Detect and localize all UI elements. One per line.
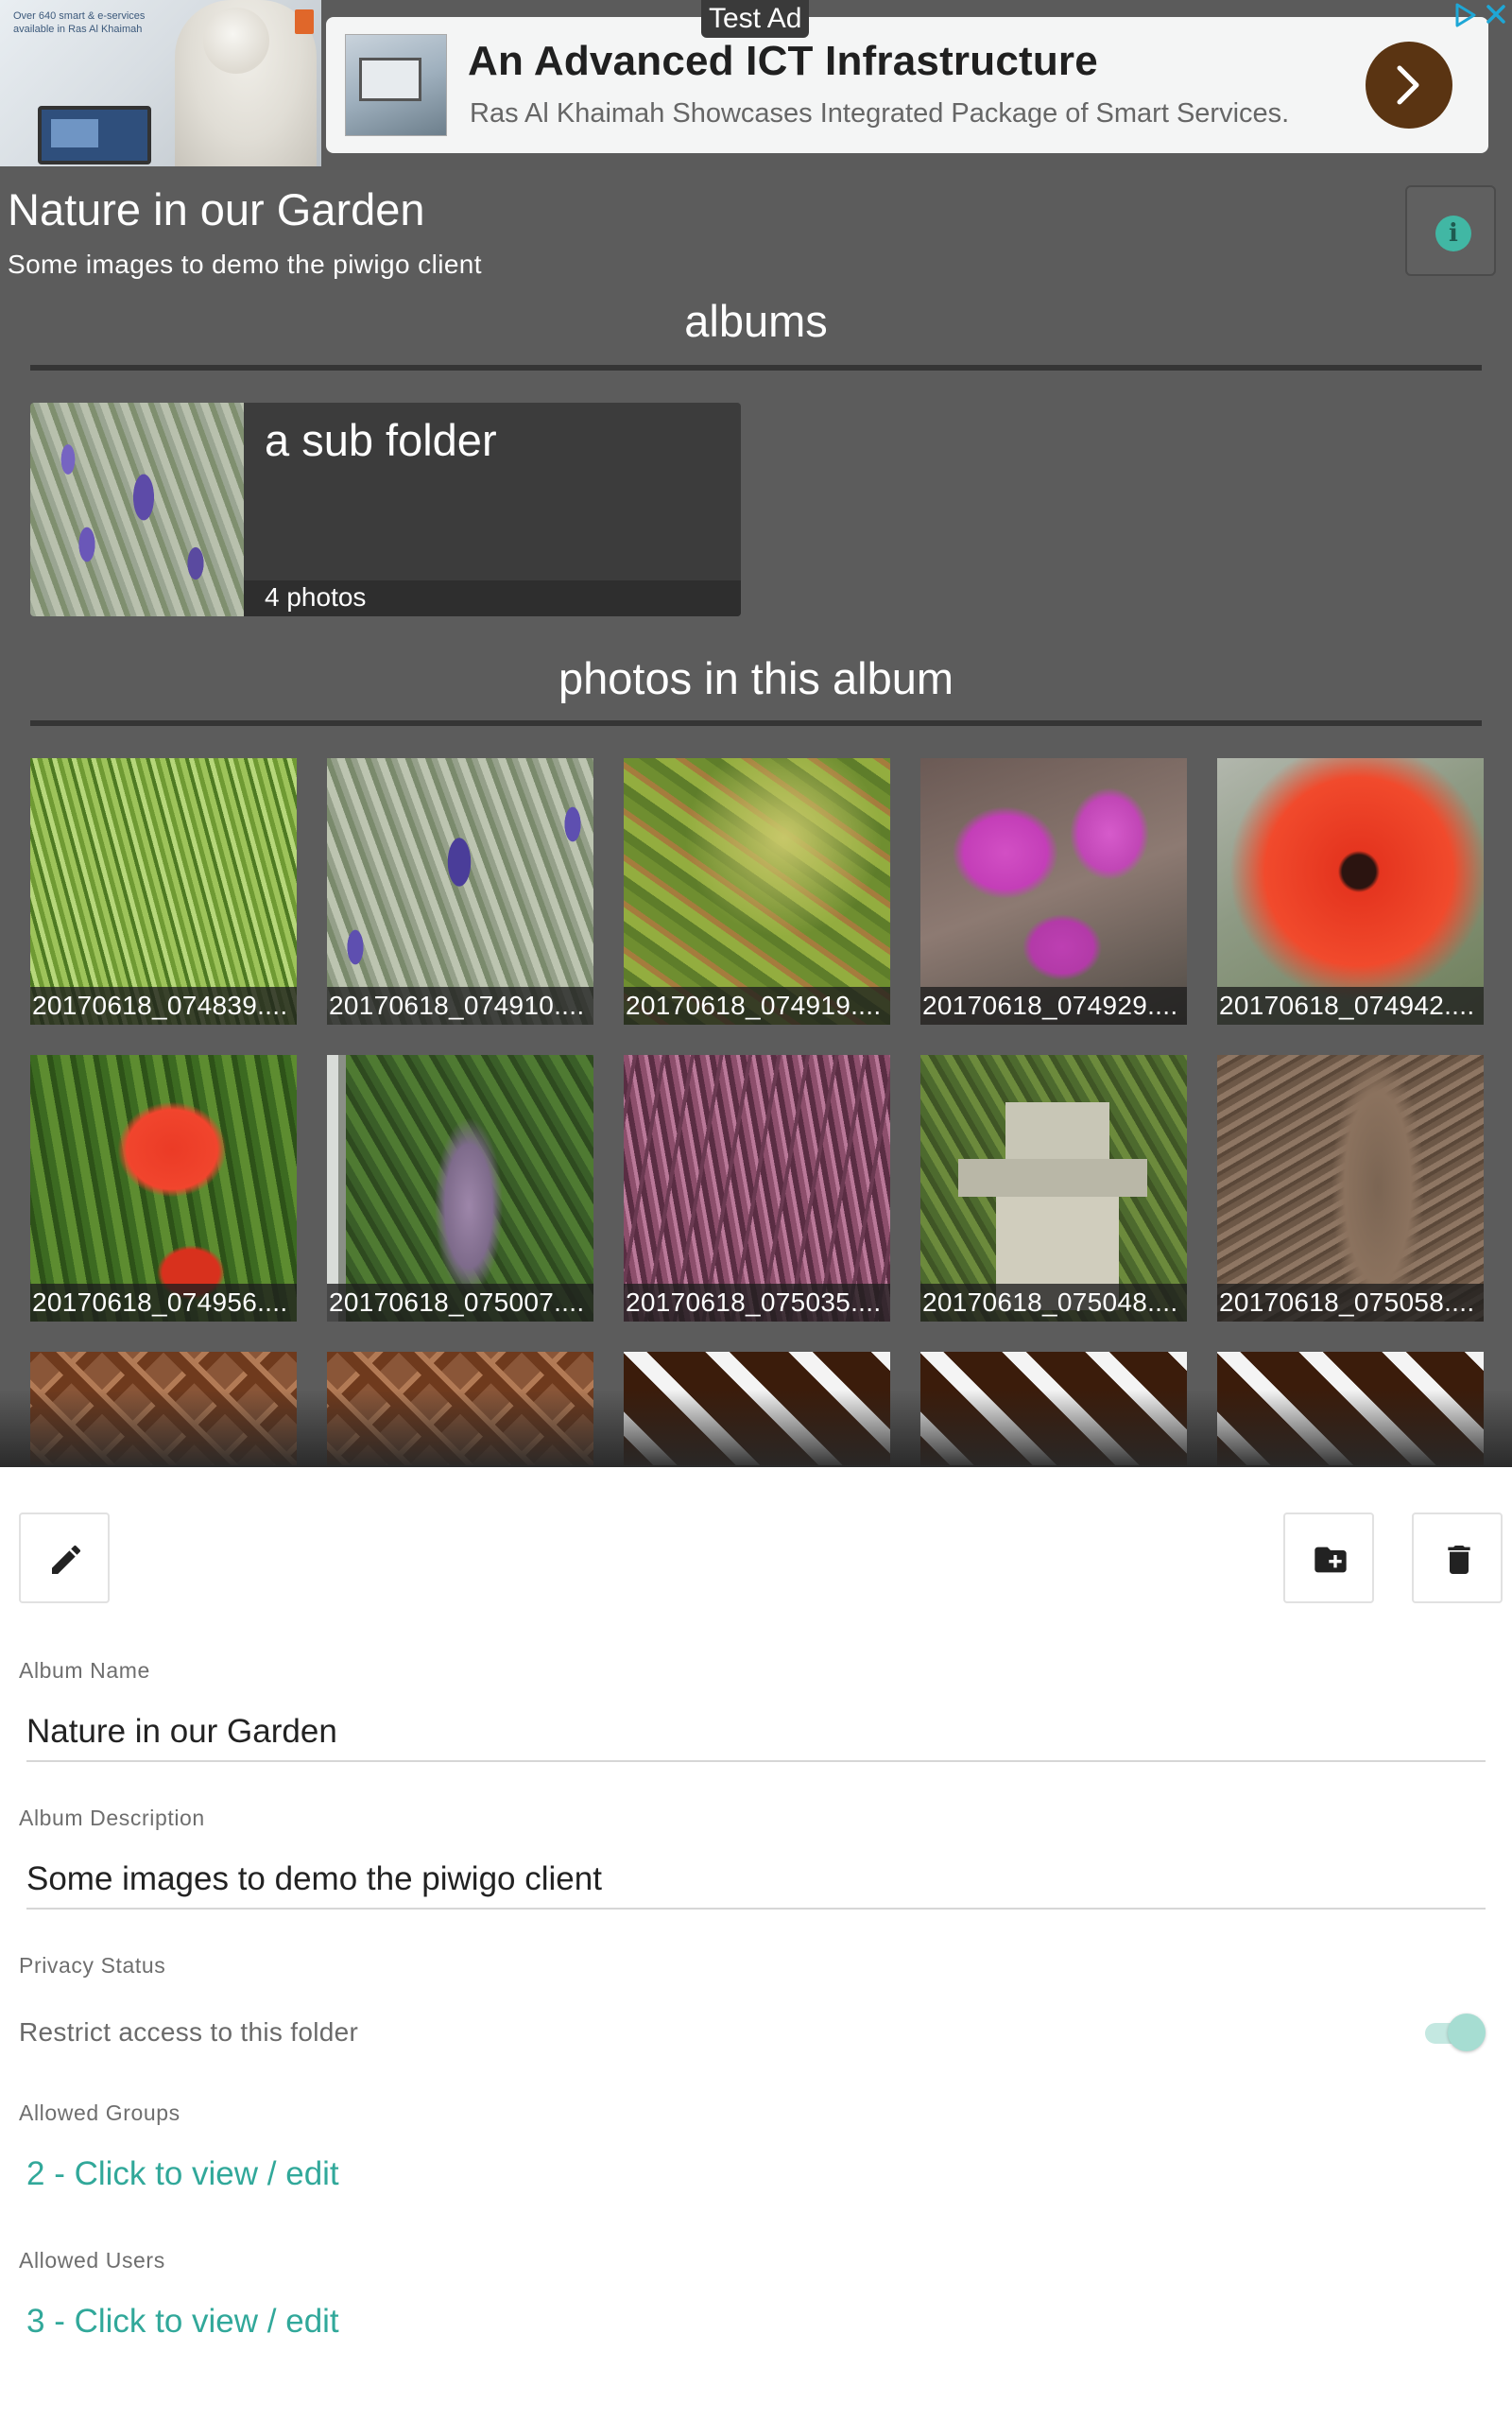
restrict-access-toggle[interactable] <box>1421 2014 1486 2051</box>
ad-image-head <box>203 8 269 74</box>
photos-heading: photos in this album <box>558 653 954 703</box>
album-name-input[interactable]: Nature in our Garden <box>26 1713 337 1751</box>
albums-heading: albums <box>684 296 828 346</box>
add-folder-button[interactable] <box>1283 1512 1374 1603</box>
album-description-underline <box>26 1908 1486 1910</box>
allowed-groups-label: Allowed Groups <box>19 2100 180 2125</box>
info-icon: i <box>1435 216 1471 251</box>
ad-label: Test Ad <box>701 0 810 38</box>
photo-caption: 20170618_074910.... <box>327 987 593 1025</box>
photo-thumbnail[interactable]: 20170618_075035.... <box>624 1055 890 1322</box>
photo-caption: 20170618_074929.... <box>920 987 1187 1025</box>
album-details-sheet[interactable]: Album Name Nature in our Garden Album De… <box>0 1467 1512 2420</box>
trash-icon <box>1448 1546 1470 1574</box>
pencil-icon <box>52 1545 81 1574</box>
album-view[interactable]: Nature in our Garden Some images to demo… <box>0 170 1512 1467</box>
photo-caption: 20170618_075035.... <box>624 1284 890 1322</box>
toggle-knob <box>1448 2014 1486 2051</box>
sheet-shadow <box>0 1390 1512 1467</box>
ad-card[interactable]: An Advanced ICT Infrastructure Ras Al Kh… <box>326 17 1488 153</box>
subalbum-count-bar: 4 photos <box>244 580 741 616</box>
photo-thumbnail[interactable]: 20170618_075048.... <box>920 1055 1187 1322</box>
albums-divider <box>30 365 1482 371</box>
ad-banner[interactable]: Over 640 smart & e-services available in… <box>0 0 1512 170</box>
privacy-status-label: Privacy Status <box>19 1953 166 1978</box>
chevron-right-icon <box>1397 65 1419 105</box>
subalbum-card[interactable]: a sub folder 4 photos <box>30 403 741 616</box>
allowed-users-link[interactable]: 3 - Click to view / edit <box>26 2303 339 2341</box>
album-title: Nature in our Garden <box>8 184 425 234</box>
photo-caption: 20170618_074942.... <box>1217 987 1484 1025</box>
photo-caption: 20170618_074919.... <box>624 987 890 1025</box>
subalbum-name: a sub folder <box>265 415 497 465</box>
close-icon[interactable] <box>1484 2 1508 28</box>
photo-caption: 20170618_074839.... <box>30 987 297 1025</box>
ad-image[interactable]: Over 640 smart & e-services available in… <box>0 0 321 166</box>
ad-image-text: Over 640 smart & e-services available in… <box>13 10 146 35</box>
photo-thumbnail[interactable]: 20170618_074942.... <box>1217 758 1484 1025</box>
folder-add-icon <box>1314 1547 1347 1573</box>
photo-thumbnail[interactable]: 20170618_074910.... <box>327 758 593 1025</box>
subalbum-count: 4 photos <box>265 582 367 612</box>
album-name-label: Album Name <box>19 1658 150 1683</box>
album-name-underline <box>26 1760 1486 1762</box>
album-description: Some images to demo the piwigo client <box>8 250 482 279</box>
photo-caption: 20170618_075007.... <box>327 1284 593 1322</box>
ad-image-laptop <box>38 106 151 164</box>
ad-thumbnail <box>345 34 447 136</box>
photo-thumbnail[interactable]: 20170618_075007.... <box>327 1055 593 1322</box>
photo-caption: 20170618_074956.... <box>30 1284 297 1322</box>
photos-divider <box>30 720 1482 726</box>
ad-brand-logo <box>295 9 314 34</box>
allowed-users-label: Allowed Users <box>19 2248 165 2273</box>
ad-open-button[interactable] <box>1366 42 1452 129</box>
photo-thumbnail[interactable]: 20170618_074956.... <box>30 1055 297 1322</box>
ad-headline[interactable]: An Advanced ICT Infrastructure <box>468 38 1098 85</box>
ad-subtext: Ras Al Khaimah Showcases Integrated Pack… <box>470 98 1290 129</box>
photo-thumbnail[interactable]: 20170618_075058.... <box>1217 1055 1484 1322</box>
album-description-label: Album Description <box>19 1806 205 1830</box>
subalbum-thumbnail <box>30 403 244 616</box>
restrict-access-label: Restrict access to this folder <box>19 2017 359 2047</box>
photo-caption: 20170618_075048.... <box>920 1284 1187 1322</box>
adchoices-icon[interactable] <box>1453 2 1478 28</box>
photo-thumbnail[interactable]: 20170618_074929.... <box>920 758 1187 1025</box>
photo-thumbnail[interactable]: 20170618_074919.... <box>624 758 890 1025</box>
photo-caption: 20170618_075058.... <box>1217 1284 1484 1322</box>
photo-thumbnail[interactable]: 20170618_074839.... <box>30 758 297 1025</box>
info-button[interactable]: i <box>1405 185 1496 276</box>
edit-button[interactable] <box>19 1512 110 1603</box>
album-description-input[interactable]: Some images to demo the piwigo client <box>26 1860 602 1898</box>
allowed-groups-link[interactable]: 2 - Click to view / edit <box>26 2155 339 2193</box>
delete-button[interactable] <box>1412 1512 1503 1603</box>
